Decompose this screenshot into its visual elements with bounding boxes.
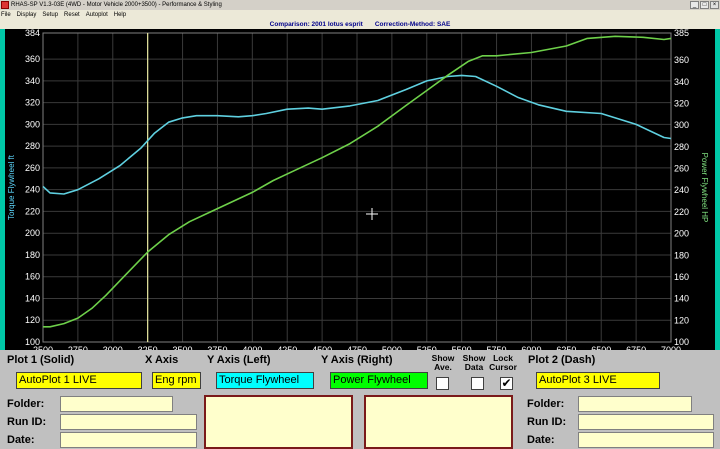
y-right-tick-label: 100 (674, 337, 689, 347)
correction-method-label: Correction-Method: SAE (374, 21, 451, 28)
y-left-tick-label: 320 (25, 98, 40, 108)
y-right-axis-label: Power Flywheel HP (700, 153, 709, 223)
app-icon (1, 1, 9, 9)
menu-display[interactable]: Display (17, 12, 37, 18)
show-ave-label: Show Ave. (429, 354, 457, 372)
y-right-tick-label: 385 (674, 29, 689, 38)
lock-cursor-label: Lock Cursor (487, 354, 519, 372)
plot1-label: Plot 1 (Solid) (7, 354, 75, 366)
y-left-axis-label: Torque Flywheel ft (7, 154, 16, 220)
plot1-select[interactable]: AutoPlot 1 LIVE (16, 372, 142, 389)
notes-box-left[interactable] (204, 395, 353, 449)
comparison-label: Comparison: 2001 lotus esprit (269, 21, 363, 28)
y-right-tick-label: 240 (674, 185, 689, 195)
date2-label: Date: (527, 434, 555, 446)
y-right-tick-label: 200 (674, 229, 689, 239)
date-field[interactable] (60, 432, 197, 448)
folder2-field[interactable] (578, 396, 692, 412)
yaxis-right-label: Y Axis (Right) (321, 354, 393, 366)
left-edge-bar (0, 29, 5, 350)
date-label: Date: (7, 434, 35, 446)
date2-field[interactable] (578, 432, 714, 448)
plot2-label: Plot 2 (Dash) (528, 354, 596, 366)
dyno-chart-svg[interactable]: 2500 2750 3000 3250 3500 3750 4000 4250 4500 4750… (0, 29, 720, 350)
menu-help[interactable]: Help (114, 12, 126, 18)
y-right-tick-label: 120 (674, 315, 689, 325)
control-panel: Plot 1 (Solid) AutoPlot 1 LIVE X Axis En… (0, 350, 720, 449)
notes-box-right[interactable] (364, 395, 513, 449)
comparison-header: Comparison: 2001 lotus esprit Correction… (0, 20, 720, 29)
y-right-tick-label: 300 (674, 120, 689, 130)
y-right-tick-label: 140 (674, 294, 689, 304)
y-left-tick-label: 120 (25, 315, 40, 325)
right-edge-bar (715, 29, 720, 350)
yaxis-right-select[interactable]: Power Flywheel (330, 372, 428, 389)
y-left-tick-label: 280 (25, 141, 40, 151)
y-right-tick-label: 160 (674, 272, 689, 282)
menu-autoplot[interactable]: Autoplot (86, 12, 108, 18)
y-left-tick-label: 384 (25, 29, 40, 38)
show-ave-label-line2: Ave. (434, 362, 452, 372)
y-right-tick-label: 340 (674, 77, 689, 87)
y-left-tick-label: 180 (25, 250, 40, 260)
folder-field[interactable] (60, 396, 173, 412)
xaxis-label: X Axis (145, 354, 179, 366)
app-window: RHAS-SP V1.3-03E (4WD - Motor Vehicle 20… (0, 0, 720, 449)
lock-cursor-checkbox[interactable]: ✔ (500, 377, 513, 390)
show-data-checkbox[interactable] (471, 377, 484, 390)
y-left-tick-label: 240 (25, 185, 40, 195)
y-right-tick-label: 360 (674, 55, 689, 65)
show-data-label-line2: Data (464, 362, 484, 372)
y-left-tick-label: 360 (25, 54, 40, 64)
y-left-tick-label: 160 (25, 272, 40, 282)
y-right-tick-label: 260 (674, 164, 689, 174)
close-button[interactable]: × (710, 1, 719, 9)
y-left-tick-label: 300 (25, 119, 40, 129)
xaxis-select[interactable]: Eng rpm (152, 372, 201, 389)
run-id2-field[interactable] (578, 414, 714, 430)
run-id-field[interactable] (60, 414, 197, 430)
y-right-tick-label: 280 (674, 142, 689, 152)
y-left-tick-label: 200 (25, 228, 40, 238)
plot2-select[interactable]: AutoPlot 3 LIVE (536, 372, 660, 389)
menu-file[interactable]: File (1, 12, 11, 18)
folder2-label: Folder: (527, 398, 565, 410)
window-title: RHAS-SP V1.3-03E (4WD - Motor Vehicle 20… (11, 2, 222, 8)
y-left-tick-label: 340 (25, 76, 40, 86)
show-ave-checkbox[interactable] (436, 377, 449, 390)
menu-bar: File Display Setup Reset Autoplot Help (0, 10, 720, 20)
y-left-tick-label: 100 (25, 337, 40, 347)
show-data-label: Show Data (460, 354, 488, 372)
minimize-button[interactable]: _ (690, 1, 699, 9)
lock-cursor-label-line2: Cursor (489, 362, 517, 372)
maximize-button[interactable]: □ (700, 1, 709, 9)
folder-label: Folder: (7, 398, 45, 410)
y-right-tick-label: 220 (674, 207, 689, 217)
y-right-tick-label: 320 (674, 98, 689, 108)
y-left-tick-label: 260 (25, 163, 40, 173)
y-right-tick-label: 180 (674, 250, 689, 260)
run-id-label: Run ID: (7, 416, 47, 428)
yaxis-left-label: Y Axis (Left) (207, 354, 271, 366)
menu-reset[interactable]: Reset (64, 12, 80, 18)
y-left-tick-label: 220 (25, 206, 40, 216)
menu-setup[interactable]: Setup (42, 12, 58, 18)
dyno-chart[interactable]: 2500 2750 3000 3250 3500 3750 4000 4250 4500 4750… (0, 29, 720, 350)
title-bar: RHAS-SP V1.3-03E (4WD - Motor Vehicle 20… (0, 0, 720, 10)
y-left-tick-label: 140 (25, 293, 40, 303)
yaxis-left-select[interactable]: Torque Flywheel (216, 372, 314, 389)
run-id2-label: Run ID: (527, 416, 567, 428)
